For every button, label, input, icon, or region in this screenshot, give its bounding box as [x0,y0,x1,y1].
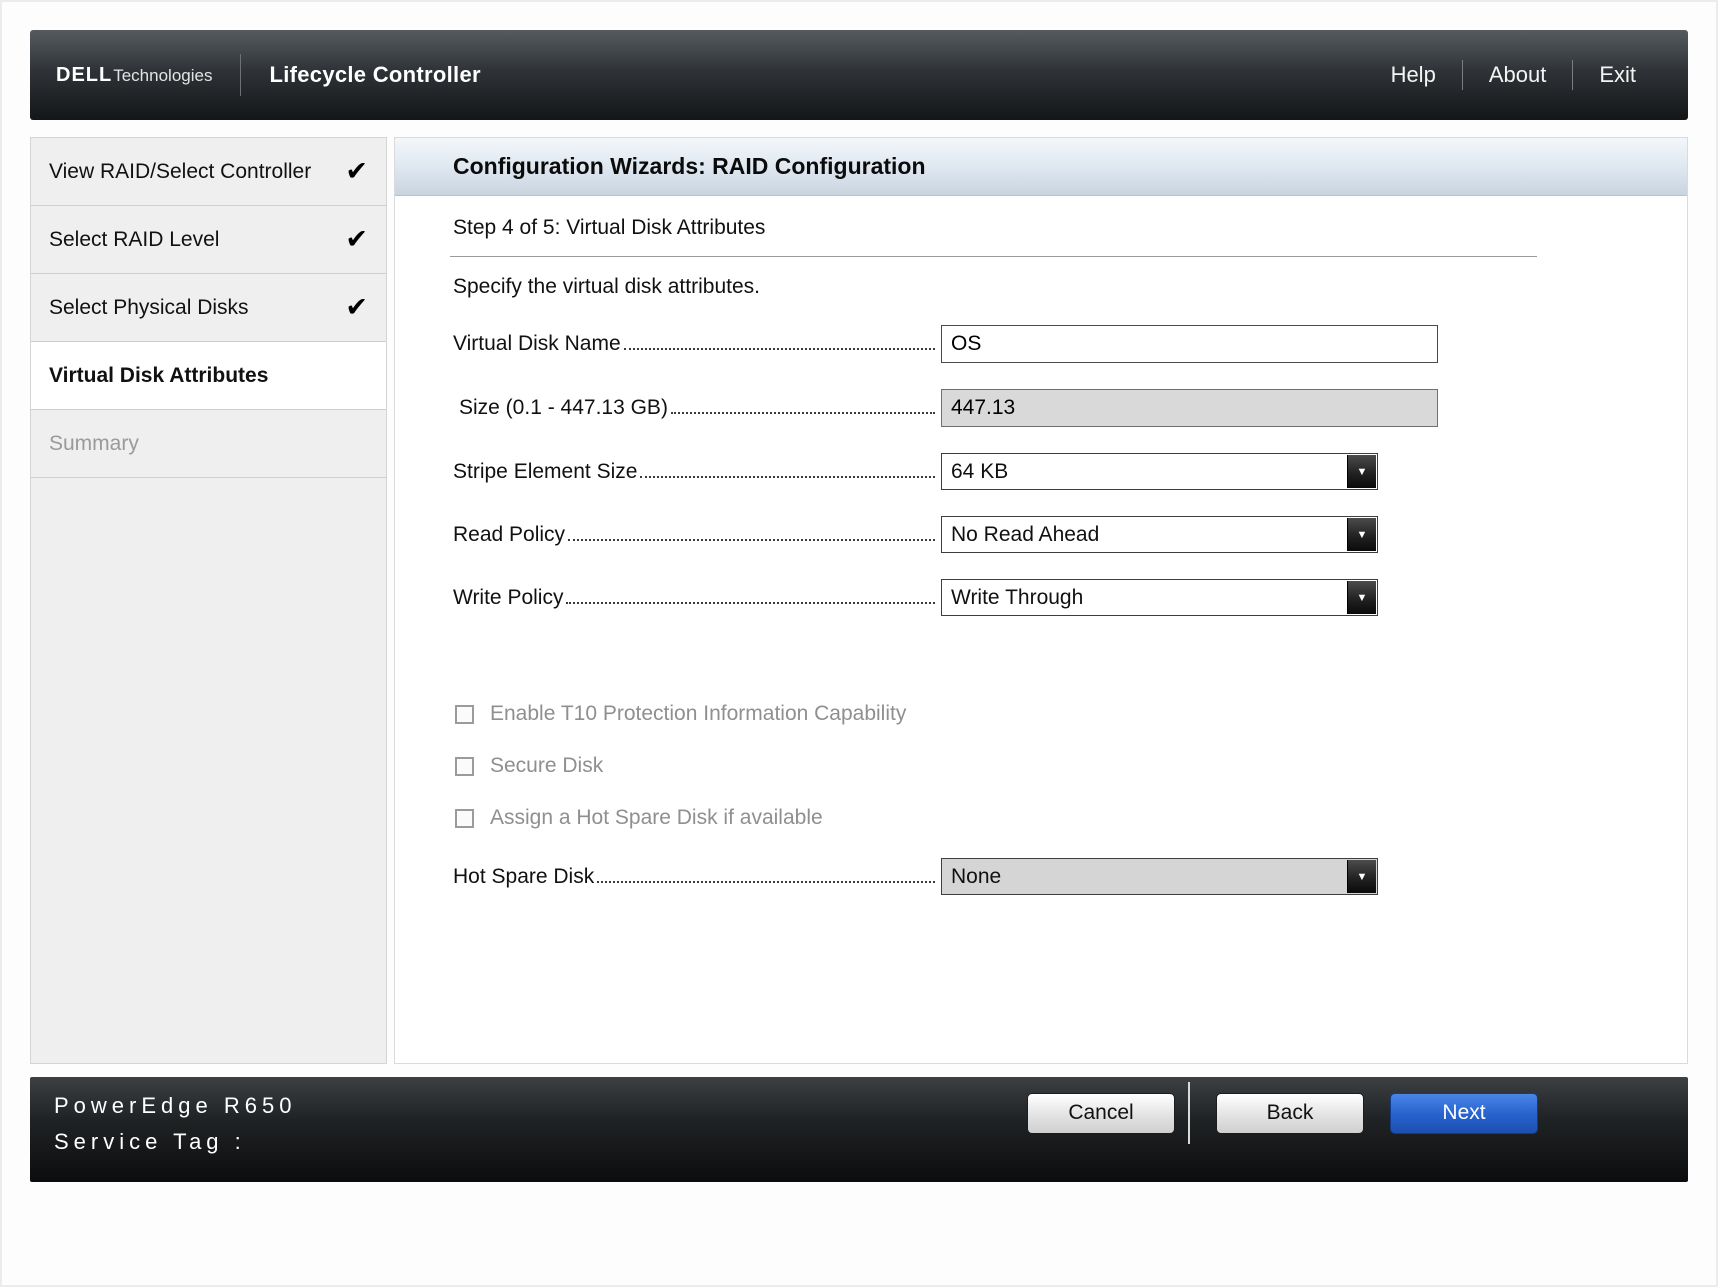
check-icon: ✔ [345,294,368,321]
stripe-element-size-dropdown[interactable]: 64 KB ▼ [941,453,1378,490]
hot-spare-disk-label: Hot Spare Disk [453,865,594,889]
stripe-element-size-row: Stripe Element Size 64 KB ▼ [453,453,1687,490]
sidebar-item-label: Virtual Disk Attributes [49,364,268,388]
page-title: Configuration Wizards: RAID Configuratio… [453,153,926,180]
secure-disk-checkbox-row: Secure Disk [455,754,1687,778]
lifecycle-controller-window: DELL Technologies Lifecycle Controller H… [0,0,1718,1287]
content-area: View RAID/Select Controller ✔ Select RAI… [30,137,1688,1064]
virtual-disk-attributes-form: Virtual Disk Name Size (0.1 - 447.13 GB)… [395,325,1687,895]
read-policy-dropdown[interactable]: No Read Ahead ▼ [941,516,1378,553]
chevron-down-icon[interactable]: ▼ [1347,455,1376,488]
sidebar-item-view-raid-select-controller[interactable]: View RAID/Select Controller ✔ [31,138,386,206]
app-title: Lifecycle Controller [269,62,480,88]
size-input [941,389,1438,427]
virtual-disk-name-label: Virtual Disk Name [453,332,621,356]
instruction-text: Specify the virtual disk attributes. [453,275,1687,299]
chevron-down-icon: ▼ [1347,860,1376,893]
dell-logo-subtext: Technologies [113,66,212,86]
secure-disk-label: Secure Disk [490,754,603,778]
sidebar-item-select-physical-disks[interactable]: Select Physical Disks ✔ [31,274,386,342]
top-menu: Help About Exit [1365,60,1662,90]
check-icon: ✔ [345,226,368,253]
dell-logo-text: DELL [56,64,112,87]
sidebar-item-label: View RAID/Select Controller [49,160,311,184]
footer-buttons: Cancel Back Next [1027,1092,1538,1134]
virtual-disk-name-row: Virtual Disk Name [453,325,1687,363]
hot-spare-disk-dropdown: None ▼ [941,858,1378,895]
sidebar-item-label: Select Physical Disks [49,296,249,320]
about-menu-item[interactable]: About [1463,62,1573,88]
dotted-leader [671,412,935,414]
check-icon: ✔ [345,158,368,185]
sidebar-item-label: Summary [49,432,139,456]
write-policy-row: Write Policy Write Through ▼ [453,579,1687,616]
t10-protection-label: Enable T10 Protection Information Capabi… [490,702,906,726]
cancel-button[interactable]: Cancel [1027,1093,1175,1134]
stripe-element-size-label: Stripe Element Size [453,460,637,484]
sidebar-item-virtual-disk-attributes[interactable]: Virtual Disk Attributes [31,342,386,410]
write-policy-label: Write Policy [453,586,563,610]
help-menu-item[interactable]: Help [1365,62,1462,88]
dell-technologies-logo: DELL Technologies [56,64,212,87]
chevron-down-icon[interactable]: ▼ [1347,518,1376,551]
back-button[interactable]: Back [1216,1093,1364,1134]
write-policy-value: Write Through [951,586,1083,610]
step-indicator: Step 4 of 5: Virtual Disk Attributes [453,216,1687,240]
main-panel-header: Configuration Wizards: RAID Configuratio… [395,138,1687,196]
size-row: Size (0.1 - 447.13 GB) [453,389,1687,427]
top-header-bar: DELL Technologies Lifecycle Controller H… [30,30,1688,120]
sidebar-item-label: Select RAID Level [49,228,219,252]
header-divider [240,54,241,96]
button-divider [1188,1082,1190,1144]
stripe-element-size-value: 64 KB [951,460,1008,484]
dotted-leader [597,881,935,883]
dotted-leader [624,348,935,350]
read-policy-label: Read Policy [453,523,565,547]
wizard-steps-sidebar: View RAID/Select Controller ✔ Select RAI… [30,137,387,1064]
hot-spare-disk-row: Hot Spare Disk None ▼ [453,858,1687,895]
secure-disk-checkbox[interactable] [455,757,474,776]
dotted-leader [568,539,935,541]
t10-protection-checkbox[interactable] [455,705,474,724]
read-policy-value: No Read Ahead [951,523,1099,547]
virtual-disk-name-input[interactable] [941,325,1438,363]
sidebar-item-select-raid-level[interactable]: Select RAID Level ✔ [31,206,386,274]
assign-hot-spare-checkbox[interactable] [455,809,474,828]
exit-menu-item[interactable]: Exit [1573,62,1662,88]
read-policy-row: Read Policy No Read Ahead ▼ [453,516,1687,553]
options-checkbox-group: Enable T10 Protection Information Capabi… [455,702,1687,830]
write-policy-dropdown[interactable]: Write Through ▼ [941,579,1378,616]
hot-spare-disk-value: None [951,865,1001,889]
footer-bar: PowerEdge R650 Service Tag : Cancel Back… [30,1077,1688,1182]
t10-protection-checkbox-row: Enable T10 Protection Information Capabi… [455,702,1687,726]
next-button[interactable]: Next [1390,1093,1538,1134]
sidebar-item-summary: Summary [31,410,386,478]
assign-hot-spare-label: Assign a Hot Spare Disk if available [490,806,823,830]
size-label: Size (0.1 - 447.13 GB) [459,396,668,420]
section-divider [450,256,1537,257]
main-panel: Configuration Wizards: RAID Configuratio… [394,137,1688,1064]
dotted-leader [566,602,935,604]
assign-hot-spare-checkbox-row: Assign a Hot Spare Disk if available [455,806,1687,830]
dotted-leader [640,476,935,478]
chevron-down-icon[interactable]: ▼ [1347,581,1376,614]
